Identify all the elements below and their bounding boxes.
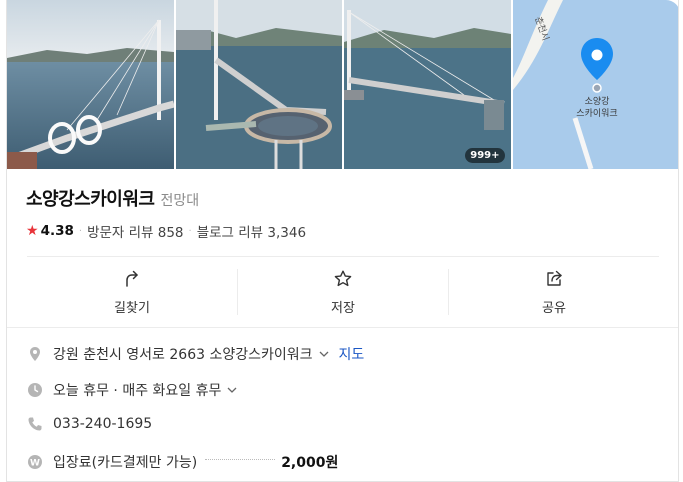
star-icon: ★: [26, 223, 39, 239]
map-link[interactable]: 지도: [339, 344, 365, 364]
phone-text[interactable]: 033-240-1695: [53, 416, 152, 432]
more-photos-badge[interactable]: 999+: [465, 148, 505, 163]
share-label: 공유: [542, 300, 566, 316]
fee-price: 2,000원: [281, 455, 339, 471]
photo-strip: 999+ 춘천시 소양강 스카이워크: [7, 0, 678, 169]
directions-button[interactable]: 길찾기: [27, 257, 237, 327]
separator-dot: ·: [78, 225, 83, 237]
save-label: 저장: [331, 300, 355, 316]
directions-label: 길찾기: [114, 300, 150, 316]
address-row: 강원 춘천시 영서로 2663 소양강스카이워크 지도: [27, 344, 364, 364]
won-icon: W: [27, 454, 43, 470]
place-name[interactable]: 소양강스카이워크: [26, 185, 155, 211]
share-button[interactable]: 공유: [449, 257, 659, 327]
location-pin-icon: [27, 346, 43, 362]
address-text[interactable]: 강원 춘천시 영서로 2663 소양강스카이워크: [53, 344, 313, 364]
clock-icon: [27, 382, 43, 398]
action-bar: 길찾기 저장 공유: [27, 257, 659, 327]
hours-row: 오늘 휴무 · 매주 화요일 휴무: [27, 380, 239, 400]
separator-dot: ·: [188, 225, 192, 237]
star-outline-icon: [334, 270, 352, 286]
place-category: 전망대: [160, 193, 200, 209]
photo-1[interactable]: [7, 0, 174, 169]
hours-text[interactable]: 오늘 휴무 · 매주 화요일 휴무: [53, 380, 221, 400]
visitor-reviews-link[interactable]: 방문자 리뷰 858: [87, 221, 183, 241]
place-card: 999+ 춘천시 소양강 스카이워크 소양강스카이워크 전망대 ★ 4.38 ·…: [6, 0, 679, 482]
svg-text:W: W: [30, 459, 40, 469]
rating-score: 4.38: [40, 223, 74, 239]
save-button[interactable]: 저장: [238, 257, 448, 327]
photo-2[interactable]: [175, 0, 342, 169]
photo-3[interactable]: 999+: [344, 0, 511, 169]
fee-label: 입장료(카드결제만 가능): [53, 455, 198, 471]
chevron-down-icon[interactable]: [317, 347, 331, 361]
svg-text:소양강: 소양강: [584, 96, 609, 107]
fee-row: W 입장료(카드결제만 가능) 2,000원: [27, 452, 338, 472]
rating-row: ★ 4.38 · 방문자 리뷰 858 · 블로그 리뷰 3,346: [26, 221, 306, 241]
blog-reviews-link[interactable]: 블로그 리뷰 3,346: [197, 221, 306, 241]
directions-icon: [126, 270, 138, 287]
phone-icon: [27, 416, 43, 432]
divider: [7, 327, 678, 328]
title-row: 소양강스카이워크 전망대: [26, 185, 199, 211]
chevron-down-icon[interactable]: [225, 383, 239, 397]
fee-leader-dots: [205, 458, 276, 460]
phone-row: 033-240-1695: [27, 416, 152, 432]
svg-text:스카이워크: 스카이워크: [576, 108, 617, 119]
map-thumbnail[interactable]: 춘천시 소양강 스카이워크: [512, 0, 678, 169]
share-icon: [547, 270, 562, 286]
